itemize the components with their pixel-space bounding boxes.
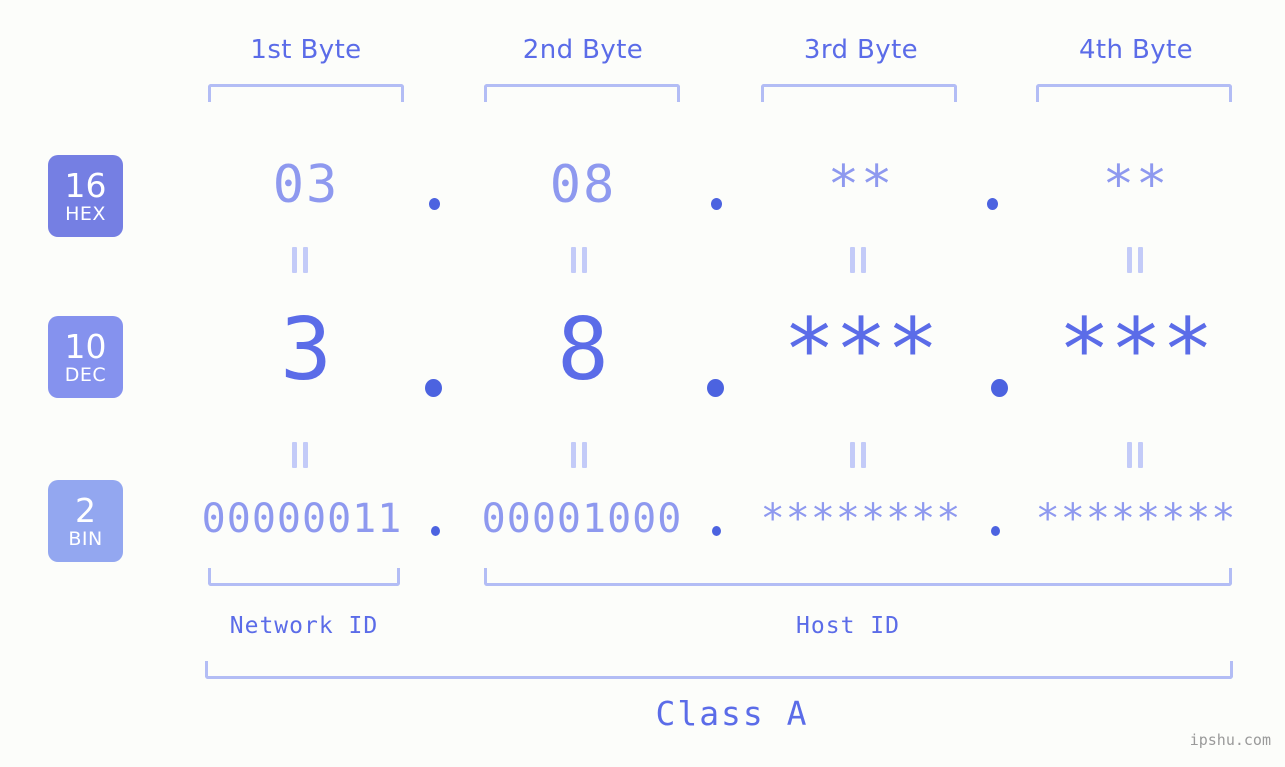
dec-byte-4: *** xyxy=(1058,300,1214,400)
base-badge-dec-abbr: DEC xyxy=(64,363,107,386)
class-label: Class A xyxy=(655,694,809,733)
bin-separator-dot-3 xyxy=(991,526,1000,536)
equals-mark-hex-dec-4 xyxy=(1127,247,1143,273)
dec-byte-3: *** xyxy=(783,300,939,400)
hex-byte-4: ** xyxy=(1102,155,1170,215)
hex-byte-3: ** xyxy=(827,155,895,215)
byte-header-2: 2nd Byte xyxy=(522,35,644,65)
equals-mark-hex-dec-2 xyxy=(571,247,587,273)
base-badge-hex-number: 16 xyxy=(64,165,107,205)
hex-separator-dot-2 xyxy=(711,198,722,210)
dec-byte-2: 8 xyxy=(557,300,609,400)
dec-separator-dot-2 xyxy=(707,379,724,397)
equals-mark-hex-dec-3 xyxy=(850,247,866,273)
byte-header-3: 3rd Byte xyxy=(803,35,919,65)
bin-byte-4: ******** xyxy=(1035,496,1237,542)
equals-mark-dec-bin-1 xyxy=(292,442,308,468)
equals-mark-dec-bin-3 xyxy=(850,442,866,468)
equals-mark-dec-bin-4 xyxy=(1127,442,1143,468)
hex-byte-2: 08 xyxy=(549,155,617,215)
dec-separator-dot-3 xyxy=(991,379,1008,397)
bin-separator-dot-2 xyxy=(712,526,721,536)
dec-separator-dot-1 xyxy=(425,379,442,397)
hex-byte-1: 03 xyxy=(272,155,340,215)
bin-separator-dot-1 xyxy=(431,526,440,536)
byte-bracket-top-3 xyxy=(761,84,957,102)
host-id-label: Host ID xyxy=(796,613,900,639)
base-badge-dec: 10 DEC xyxy=(48,316,123,398)
network-id-label: Network ID xyxy=(229,613,379,639)
base-badge-bin-abbr: BIN xyxy=(68,527,103,550)
class-bracket xyxy=(205,661,1233,679)
network-id-bracket xyxy=(208,568,400,586)
byte-bracket-top-4 xyxy=(1036,84,1232,102)
hex-separator-dot-3 xyxy=(987,198,998,210)
equals-mark-dec-bin-2 xyxy=(571,442,587,468)
byte-header-4: 4th Byte xyxy=(1078,35,1194,65)
bin-byte-1: 00000011 xyxy=(201,496,403,542)
base-badge-hex: 16 HEX xyxy=(48,155,123,237)
byte-bracket-top-2 xyxy=(484,84,680,102)
host-id-bracket xyxy=(484,568,1232,586)
ip-address-breakdown-diagram: 1st Byte 2nd Byte 3rd Byte 4th Byte 16 H… xyxy=(0,0,1285,767)
base-badge-dec-number: 10 xyxy=(64,326,107,366)
site-watermark: ipshu.com xyxy=(1189,731,1271,749)
base-badge-bin-number: 2 xyxy=(75,490,96,530)
byte-header-1: 1st Byte xyxy=(250,35,362,65)
hex-separator-dot-1 xyxy=(429,198,440,210)
equals-mark-hex-dec-1 xyxy=(292,247,308,273)
byte-bracket-top-1 xyxy=(208,84,404,102)
dec-byte-1: 3 xyxy=(280,300,332,400)
bin-byte-3: ******** xyxy=(760,496,962,542)
base-badge-bin: 2 BIN xyxy=(48,480,123,562)
bin-byte-2: 00001000 xyxy=(481,496,683,542)
base-badge-hex-abbr: HEX xyxy=(65,202,106,225)
